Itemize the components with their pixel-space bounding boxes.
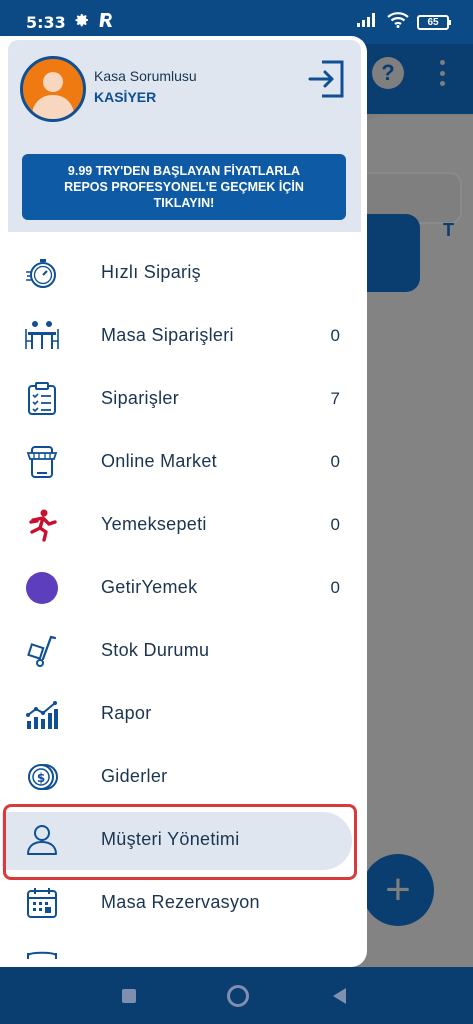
menu-item-label: Yemeksepeti bbox=[101, 514, 207, 534]
logout-icon[interactable] bbox=[308, 58, 348, 100]
settings-gear-icon bbox=[74, 12, 90, 33]
menu-item-giderler[interactable]: $ Giderler bbox=[0, 745, 367, 808]
menu-item-masa-rezervasyon[interactable]: Masa Rezervasyon bbox=[0, 871, 367, 934]
menu-item-stok-durumu[interactable]: Stok Durumu bbox=[0, 619, 367, 682]
svg-text:$: $ bbox=[37, 771, 45, 785]
menu-item-getiryemek[interactable]: GetirYemek 0 bbox=[0, 556, 367, 619]
recents-button[interactable] bbox=[122, 989, 136, 1003]
selection-highlight-frame bbox=[3, 804, 357, 880]
menu-item-label: Masa Siparişleri bbox=[101, 325, 234, 345]
menu-item-yemeksepeti[interactable]: Yemeksepeti 0 bbox=[0, 493, 367, 556]
user-role-label: Kasa Sorumlusu bbox=[94, 68, 197, 84]
back-button[interactable] bbox=[333, 988, 346, 1004]
user-name: KASİYER bbox=[94, 89, 157, 105]
menu-item-count: 0 bbox=[330, 451, 340, 471]
yemeksepeti-logo-icon bbox=[24, 507, 60, 543]
dining-table-icon bbox=[24, 318, 60, 354]
menu-item-label: Giderler bbox=[101, 766, 168, 786]
menu-item-hizli-siparis[interactable]: Hızlı Sipariş bbox=[0, 241, 367, 304]
upgrade-promo-button[interactable]: 9.99 TRY'DEN BAŞLAYAN FİYATLARLA REPOS P… bbox=[22, 154, 346, 220]
menu-item-label: Online Market bbox=[101, 451, 217, 471]
menu-item-count: 7 bbox=[330, 388, 340, 408]
menu-item-label: Hızlı Sipariş bbox=[101, 262, 201, 282]
overflow-menu-icon bbox=[440, 60, 446, 86]
menu-item-label: Rapor bbox=[101, 703, 152, 723]
menu-item-siparisler[interactable]: Siparişler 7 bbox=[0, 367, 367, 430]
menu-item-label: Stok Durumu bbox=[101, 640, 210, 660]
storefront-icon bbox=[24, 444, 60, 480]
add-fab-icon: + bbox=[362, 854, 434, 926]
app-r-logo-icon bbox=[98, 12, 114, 33]
home-button[interactable] bbox=[227, 985, 249, 1007]
calendar-icon bbox=[24, 885, 60, 921]
menu-item-count: 0 bbox=[330, 514, 340, 534]
help-icon: ? bbox=[372, 57, 404, 89]
menu-item-partial[interactable] bbox=[0, 934, 367, 967]
clipboard-list-icon bbox=[24, 381, 60, 417]
getir-logo-icon bbox=[24, 570, 60, 606]
system-nav-bar bbox=[0, 967, 473, 1024]
avatar bbox=[20, 56, 86, 122]
status-time: 5:33 bbox=[26, 12, 66, 32]
battery-icon: 65 bbox=[417, 14, 451, 30]
bar-chart-icon bbox=[24, 696, 60, 732]
coins-icon: $ bbox=[24, 759, 60, 795]
signal-icon bbox=[357, 12, 379, 32]
wifi-icon bbox=[387, 11, 409, 33]
menu-item-label: Masa Rezervasyon bbox=[101, 892, 260, 912]
menu-item-online-market[interactable]: Online Market 0 bbox=[0, 430, 367, 493]
partial-menu-icon bbox=[24, 948, 60, 967]
background-partial-text: T bbox=[443, 220, 454, 240]
menu-item-count: 0 bbox=[330, 325, 340, 345]
menu-item-masa-siparisleri[interactable]: Masa Siparişleri 0 bbox=[0, 304, 367, 367]
drawer-header: Kasa Sorumlusu KASİYER 9.99 TRY'DEN BAŞL… bbox=[8, 40, 361, 232]
menu-item-count: 0 bbox=[330, 577, 340, 597]
menu-item-rapor[interactable]: Rapor bbox=[0, 682, 367, 745]
menu-item-label: Siparişler bbox=[101, 388, 180, 408]
hand-truck-icon bbox=[24, 633, 60, 669]
menu-item-label: GetirYemek bbox=[101, 577, 198, 597]
stopwatch-icon bbox=[24, 255, 60, 291]
